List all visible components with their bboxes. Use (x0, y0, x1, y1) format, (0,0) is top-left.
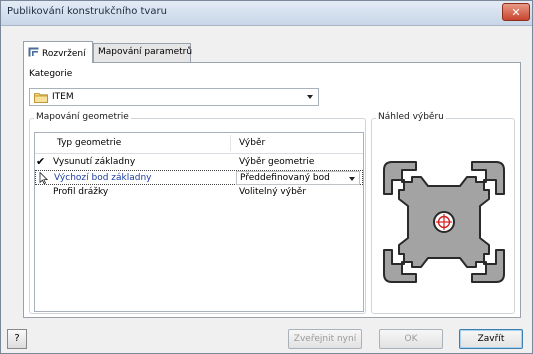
row-type: Výchozí bod základny (54, 173, 152, 183)
check-icon: ✔ (36, 155, 46, 168)
row-type: Vysunutí základny (53, 157, 136, 167)
window-title: Publikování konstrukčního tvaru (7, 6, 167, 17)
category-label: Kategorie (29, 69, 73, 79)
geometry-table: Typ geometrie Výběr ✔ Vysunutí základny … (34, 132, 364, 312)
column-header-type: Typ geometrie (57, 138, 122, 148)
geometry-mapping-title: Mapování geometrie (34, 112, 131, 122)
row-selection: Volitelný výběr (239, 187, 307, 197)
category-value: ITEM (52, 92, 74, 102)
row-type: Profil drážky (53, 187, 109, 197)
profile-preview-image (383, 161, 505, 283)
table-row[interactable]: Profil drážky Volitelný výběr (35, 185, 363, 200)
preview-area (378, 133, 510, 311)
column-header-selection: Výběr (239, 138, 266, 148)
chevron-down-icon (307, 95, 313, 99)
category-dropdown[interactable]: ITEM (29, 88, 319, 106)
title-bar: Publikování konstrukčního tvaru ✕ (1, 1, 532, 26)
column-divider[interactable] (230, 135, 231, 151)
tab-panel: Kategorie ITEM Mapování geometrie Typ ge… (23, 62, 521, 318)
publish-now-button[interactable]: Zveřejnit nyní (288, 329, 362, 349)
table-row[interactable]: ✔ Vysunutí základny Výběr geometrie (35, 155, 363, 170)
row-selection: Výběr geometrie (239, 157, 315, 167)
help-button[interactable]: ? (7, 329, 27, 349)
tab-label: Mapování parametrů (98, 47, 193, 57)
close-button[interactable]: Zavřít (459, 329, 523, 349)
close-window-button[interactable]: ✕ (502, 3, 530, 21)
tab-label: Rozvržení (42, 49, 86, 59)
tab-parameter-mapping[interactable]: Mapování parametrů (93, 43, 193, 63)
ok-button[interactable]: OK (379, 329, 443, 349)
layout-icon (28, 47, 39, 57)
row-selection: Předdefinovaný bod (240, 173, 330, 183)
dialog-window: Publikování konstrukčního tvaru ✕ Rozvrž… (0, 0, 533, 354)
preview-title: Náhled výběru (376, 112, 446, 122)
selection-dropdown[interactable]: Předdefinovaný bod (236, 171, 360, 185)
tab-layout[interactable]: Rozvržení (23, 41, 93, 63)
table-header: Typ geometrie Výběr (35, 133, 363, 154)
cursor-icon (39, 172, 48, 184)
chevron-down-icon (349, 177, 355, 181)
geometry-mapping-group: Mapování geometrie Typ geometrie Výběr ✔… (29, 112, 366, 314)
preview-group: Náhled výběru (371, 112, 515, 314)
table-row[interactable]: Výchozí bod základny Předdefinovaný bod (35, 170, 363, 185)
folder-icon (34, 93, 48, 103)
